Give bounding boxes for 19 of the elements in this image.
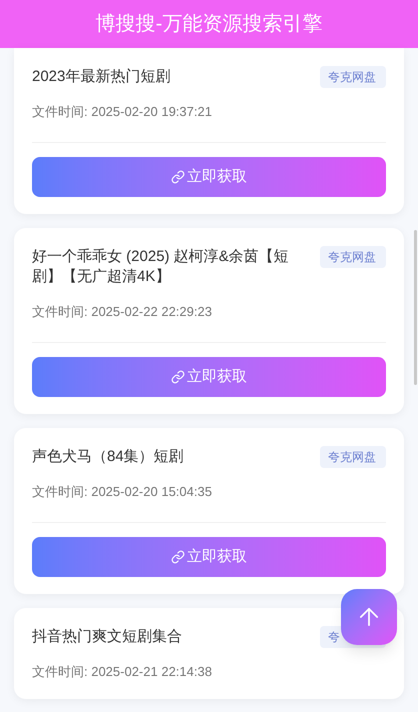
link-icon	[171, 370, 185, 384]
get-now-button[interactable]: 立即获取	[32, 357, 386, 397]
source-tag: 夸克网盘	[320, 446, 386, 468]
result-title: 2023年最新热门短剧	[32, 67, 170, 87]
app-title: 博搜搜-万能资源搜索引擎	[96, 12, 322, 37]
get-now-button[interactable]: 立即获取	[32, 157, 386, 197]
get-now-button[interactable]: 立即获取	[32, 537, 386, 577]
link-icon	[171, 550, 185, 564]
link-icon	[171, 170, 185, 184]
file-time: 文件时间: 2025-02-22 22:29:23	[32, 303, 213, 321]
result-title: 好一个乖乖女 (2025) 赵柯淳&余茵【短剧】【无广超清4K】	[32, 247, 290, 287]
file-time: 文件时间: 2025-02-20 19:37:21	[32, 103, 213, 121]
source-tag: 夸克网盘	[320, 66, 386, 88]
file-time: 文件时间: 2025-02-21 22:14:38	[32, 663, 213, 681]
source-tag: 夸克网盘	[320, 246, 386, 268]
result-title: 抖音热门爽文短剧集合	[32, 627, 182, 647]
file-time: 文件时间: 2025-02-20 15:04:35	[32, 483, 213, 501]
result-title: 声色犬马（84集）短剧	[32, 447, 184, 467]
back-to-top-button[interactable]	[341, 589, 397, 645]
